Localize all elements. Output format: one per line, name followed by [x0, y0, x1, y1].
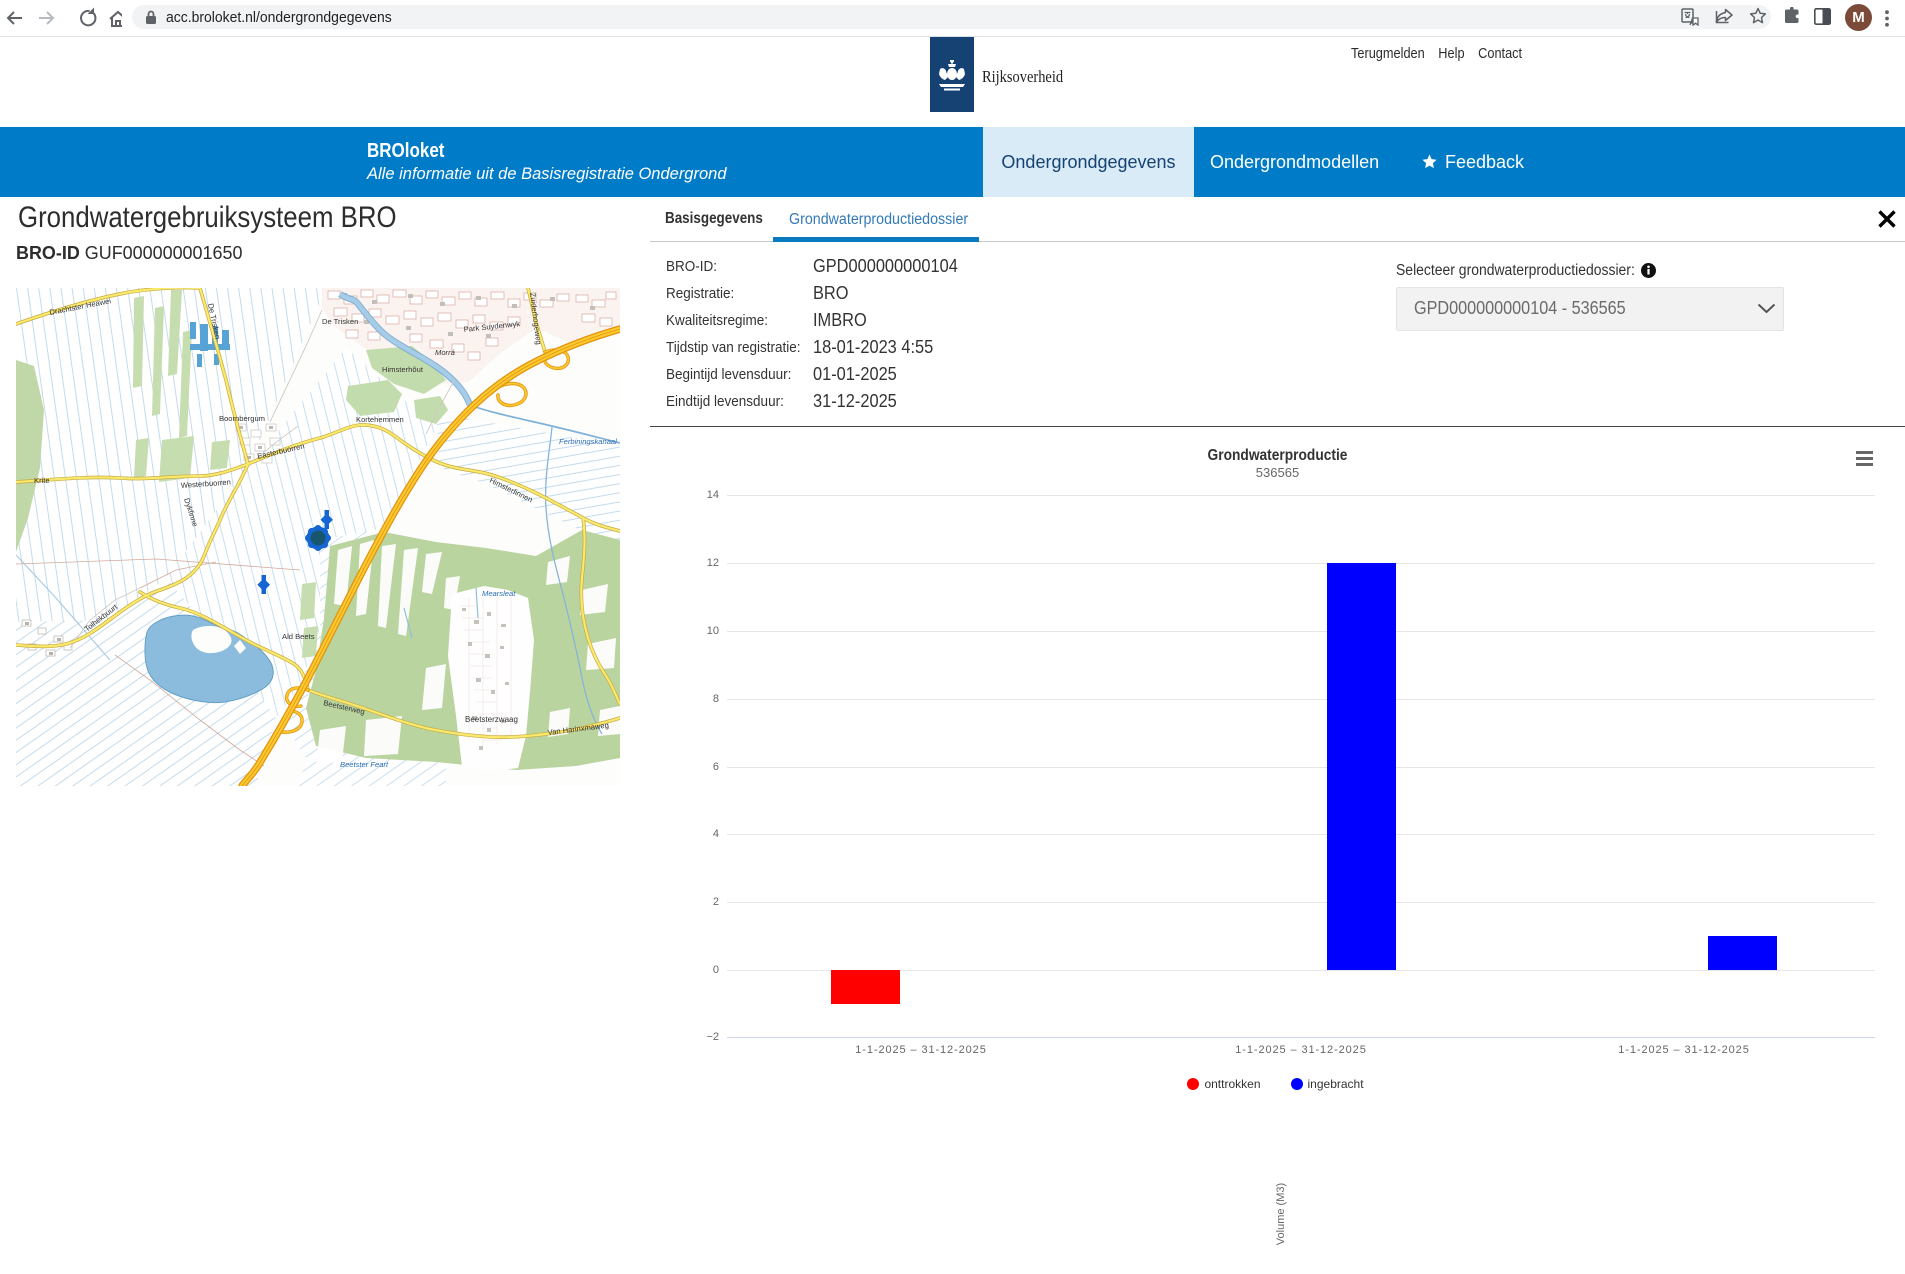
svg-text:Ferbiningskanaal: Ferbiningskanaal: [559, 437, 617, 446]
svg-text:Kortehemmen: Kortehemmen: [356, 415, 404, 424]
svg-text:Morrá: Morrá: [435, 348, 455, 357]
svg-text:Beetsterzwaag: Beetsterzwaag: [465, 715, 518, 724]
svg-text:Himsterhôut: Himsterhôut: [382, 365, 424, 374]
svg-text:Beetster Feart: Beetster Feart: [340, 760, 389, 769]
svg-text:Ald Beets: Ald Beets: [282, 632, 315, 641]
svg-text:Boornbergum: Boornbergum: [219, 414, 265, 423]
svg-text:Krite: Krite: [34, 476, 50, 485]
svg-text:De Trisken: De Trisken: [322, 317, 358, 326]
svg-text:Mearsleat: Mearsleat: [482, 589, 516, 598]
